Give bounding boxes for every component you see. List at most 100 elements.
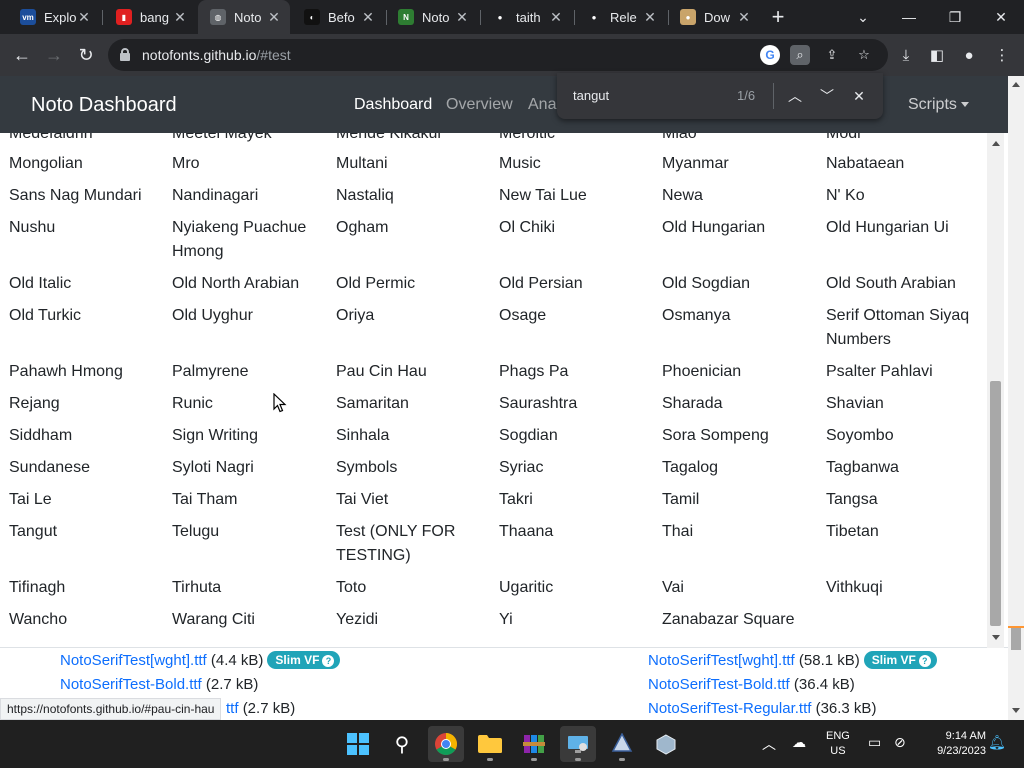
search-icon[interactable]: ⚲ [384,726,420,762]
script-link[interactable]: Runic [172,392,322,416]
profile-icon[interactable]: ● [957,43,981,67]
scripts-grid-scrollbar[interactable] [987,133,1004,648]
find-input[interactable]: tangut [573,88,609,103]
script-link[interactable]: Tangsa [826,488,976,512]
script-link[interactable]: Yi [499,608,649,632]
script-link[interactable]: Tai Le [9,488,159,512]
script-link[interactable]: Old Uyghur [172,304,322,328]
page-scroll-up-icon[interactable] [1012,82,1020,87]
script-link[interactable]: Tai Viet [336,488,486,512]
font-file-link[interactable]: NotoSerifTest[wght].ttf [648,652,795,669]
clock[interactable]: 9:14 AM 9/23/2023 [924,729,986,759]
help-question-icon[interactable]: ? [322,655,335,667]
font-file-link[interactable]: NotoSerifTest-Regular.ttf [648,700,811,717]
slim-vf-badge[interactable]: Slim VF? [863,651,937,669]
nav-overview[interactable]: Overview [446,96,513,114]
share-icon[interactable]: ⇪ [822,45,842,65]
script-link[interactable]: Myanmar [662,152,812,176]
volume-muted-icon[interactable]: ⊘ [894,734,906,751]
menu-kebab-icon[interactable]: ⋮ [990,43,1014,67]
browser-tab[interactable]: ● Rele ✕ [574,0,666,34]
script-link[interactable]: Phags Pa [499,360,649,384]
page-scrollbar-thumb[interactable] [1011,628,1021,650]
slim-vf-badge[interactable]: Slim VF? [267,651,341,669]
forward-button[interactable]: → [40,42,68,68]
network-icon[interactable]: ▭ [868,734,881,751]
script-link[interactable]: Old Hungarian Ui [826,216,976,240]
script-link[interactable]: Multani [336,152,486,176]
script-link[interactable]: Old Persian [499,272,649,296]
browser-tab[interactable]: ◐ Befo ✕ [292,0,384,34]
script-link[interactable]: Siddham [9,424,159,448]
find-close-icon[interactable]: ✕ [847,84,871,108]
browser-tab[interactable]: N Noto ✕ [386,0,478,34]
find-next-chevron-down-icon[interactable]: ﹀ [815,84,839,108]
browser-tab[interactable]: ● Dow ✕ [668,0,760,34]
script-link[interactable]: Newa [662,184,812,208]
script-link[interactable]: Mro [172,152,322,176]
script-link[interactable]: Telugu [172,520,322,544]
side-panel-icon[interactable]: ◧ [925,43,949,67]
script-link[interactable]: Tirhuta [172,576,322,600]
download-icon[interactable]: ⤓ [894,43,918,67]
script-link[interactable]: Old Turkic [9,304,159,328]
script-link[interactable]: Toto [336,576,486,600]
script-link[interactable]: Syloti Nagri [172,456,322,480]
script-link[interactable]: Tifinagh [9,576,159,600]
script-link[interactable]: Old Permic [336,272,486,296]
script-link[interactable]: Phoenician [662,360,812,384]
script-link[interactable]: Nastaliq [336,184,486,208]
script-link[interactable]: Warang Citi [172,608,322,632]
tab-close-icon[interactable]: ✕ [736,9,752,25]
vpn-app-icon[interactable] [648,726,684,762]
google-lens-icon[interactable]: G [760,45,780,65]
script-link[interactable]: Tangut [9,520,159,544]
script-link[interactable]: Nyiakeng Puachue Hmong [172,216,322,264]
tab-close-icon[interactable]: ✕ [454,9,470,25]
script-link[interactable]: Zanabazar Square [662,608,812,632]
tab-search-icon[interactable]: ⌄ [840,0,886,34]
script-link[interactable]: Ugaritic [499,576,649,600]
input-language[interactable]: ENG US [826,729,850,759]
script-link[interactable]: Symbols [336,456,486,480]
maximize-button[interactable]: ❐ [932,0,978,34]
script-link[interactable]: Rejang [9,392,159,416]
script-link[interactable]: Sharada [662,392,812,416]
script-link[interactable]: Nandinagari [172,184,322,208]
script-link[interactable]: Old Sogdian [662,272,812,296]
script-link[interactable]: Old Hungarian [662,216,812,240]
tab-close-icon[interactable]: ✕ [172,9,188,25]
tab-close-icon[interactable]: ✕ [548,9,564,25]
bookmark-star-icon[interactable]: ☆ [854,45,874,65]
tab-close-icon[interactable]: ✕ [360,9,376,25]
file-explorer-icon[interactable] [472,726,508,762]
minimize-button[interactable]: — [886,0,932,34]
script-link[interactable]: Osage [499,304,649,328]
script-link[interactable]: Pau Cin Hau [336,360,486,384]
control-panel-icon[interactable] [560,726,596,762]
brand-title[interactable]: Noto Dashboard [31,94,177,117]
script-link[interactable]: Test (ONLY FOR TESTING) [336,520,486,568]
script-link[interactable]: Pahawh Hmong [9,360,159,384]
font-file-link[interactable]: ttf [226,700,239,717]
browser-tab[interactable]: ▮ bang ✕ [104,0,196,34]
script-link[interactable]: Tagbanwa [826,456,976,480]
script-link[interactable]: Tamil [662,488,812,512]
script-link[interactable]: Vai [662,576,812,600]
script-link[interactable]: Sans Nag Mundari [9,184,159,208]
browser-tab[interactable]: ● taith ✕ [480,0,572,34]
script-link[interactable]: Tagalog [662,456,812,480]
scroll-down-arrow-icon[interactable] [992,635,1000,640]
font-file-link[interactable]: NotoSerifTest[wght].ttf [60,652,207,669]
script-link[interactable]: Takri [499,488,649,512]
script-link[interactable]: Soyombo [826,424,976,448]
script-link[interactable]: Sign Writing [172,424,322,448]
window-close-button[interactable]: ✕ [978,0,1024,34]
script-link[interactable]: Meetei Mayek [172,133,322,146]
script-link[interactable]: Wancho [9,608,159,632]
script-link[interactable]: Palmyrene [172,360,322,384]
winrar-icon[interactable] [516,726,552,762]
address-bar[interactable]: notofonts.github.io/#test G ⌕ ⇪ ☆ [108,39,888,71]
url-text[interactable]: notofonts.github.io/#test [142,47,291,63]
script-link[interactable]: Vithkuqi [826,576,976,600]
